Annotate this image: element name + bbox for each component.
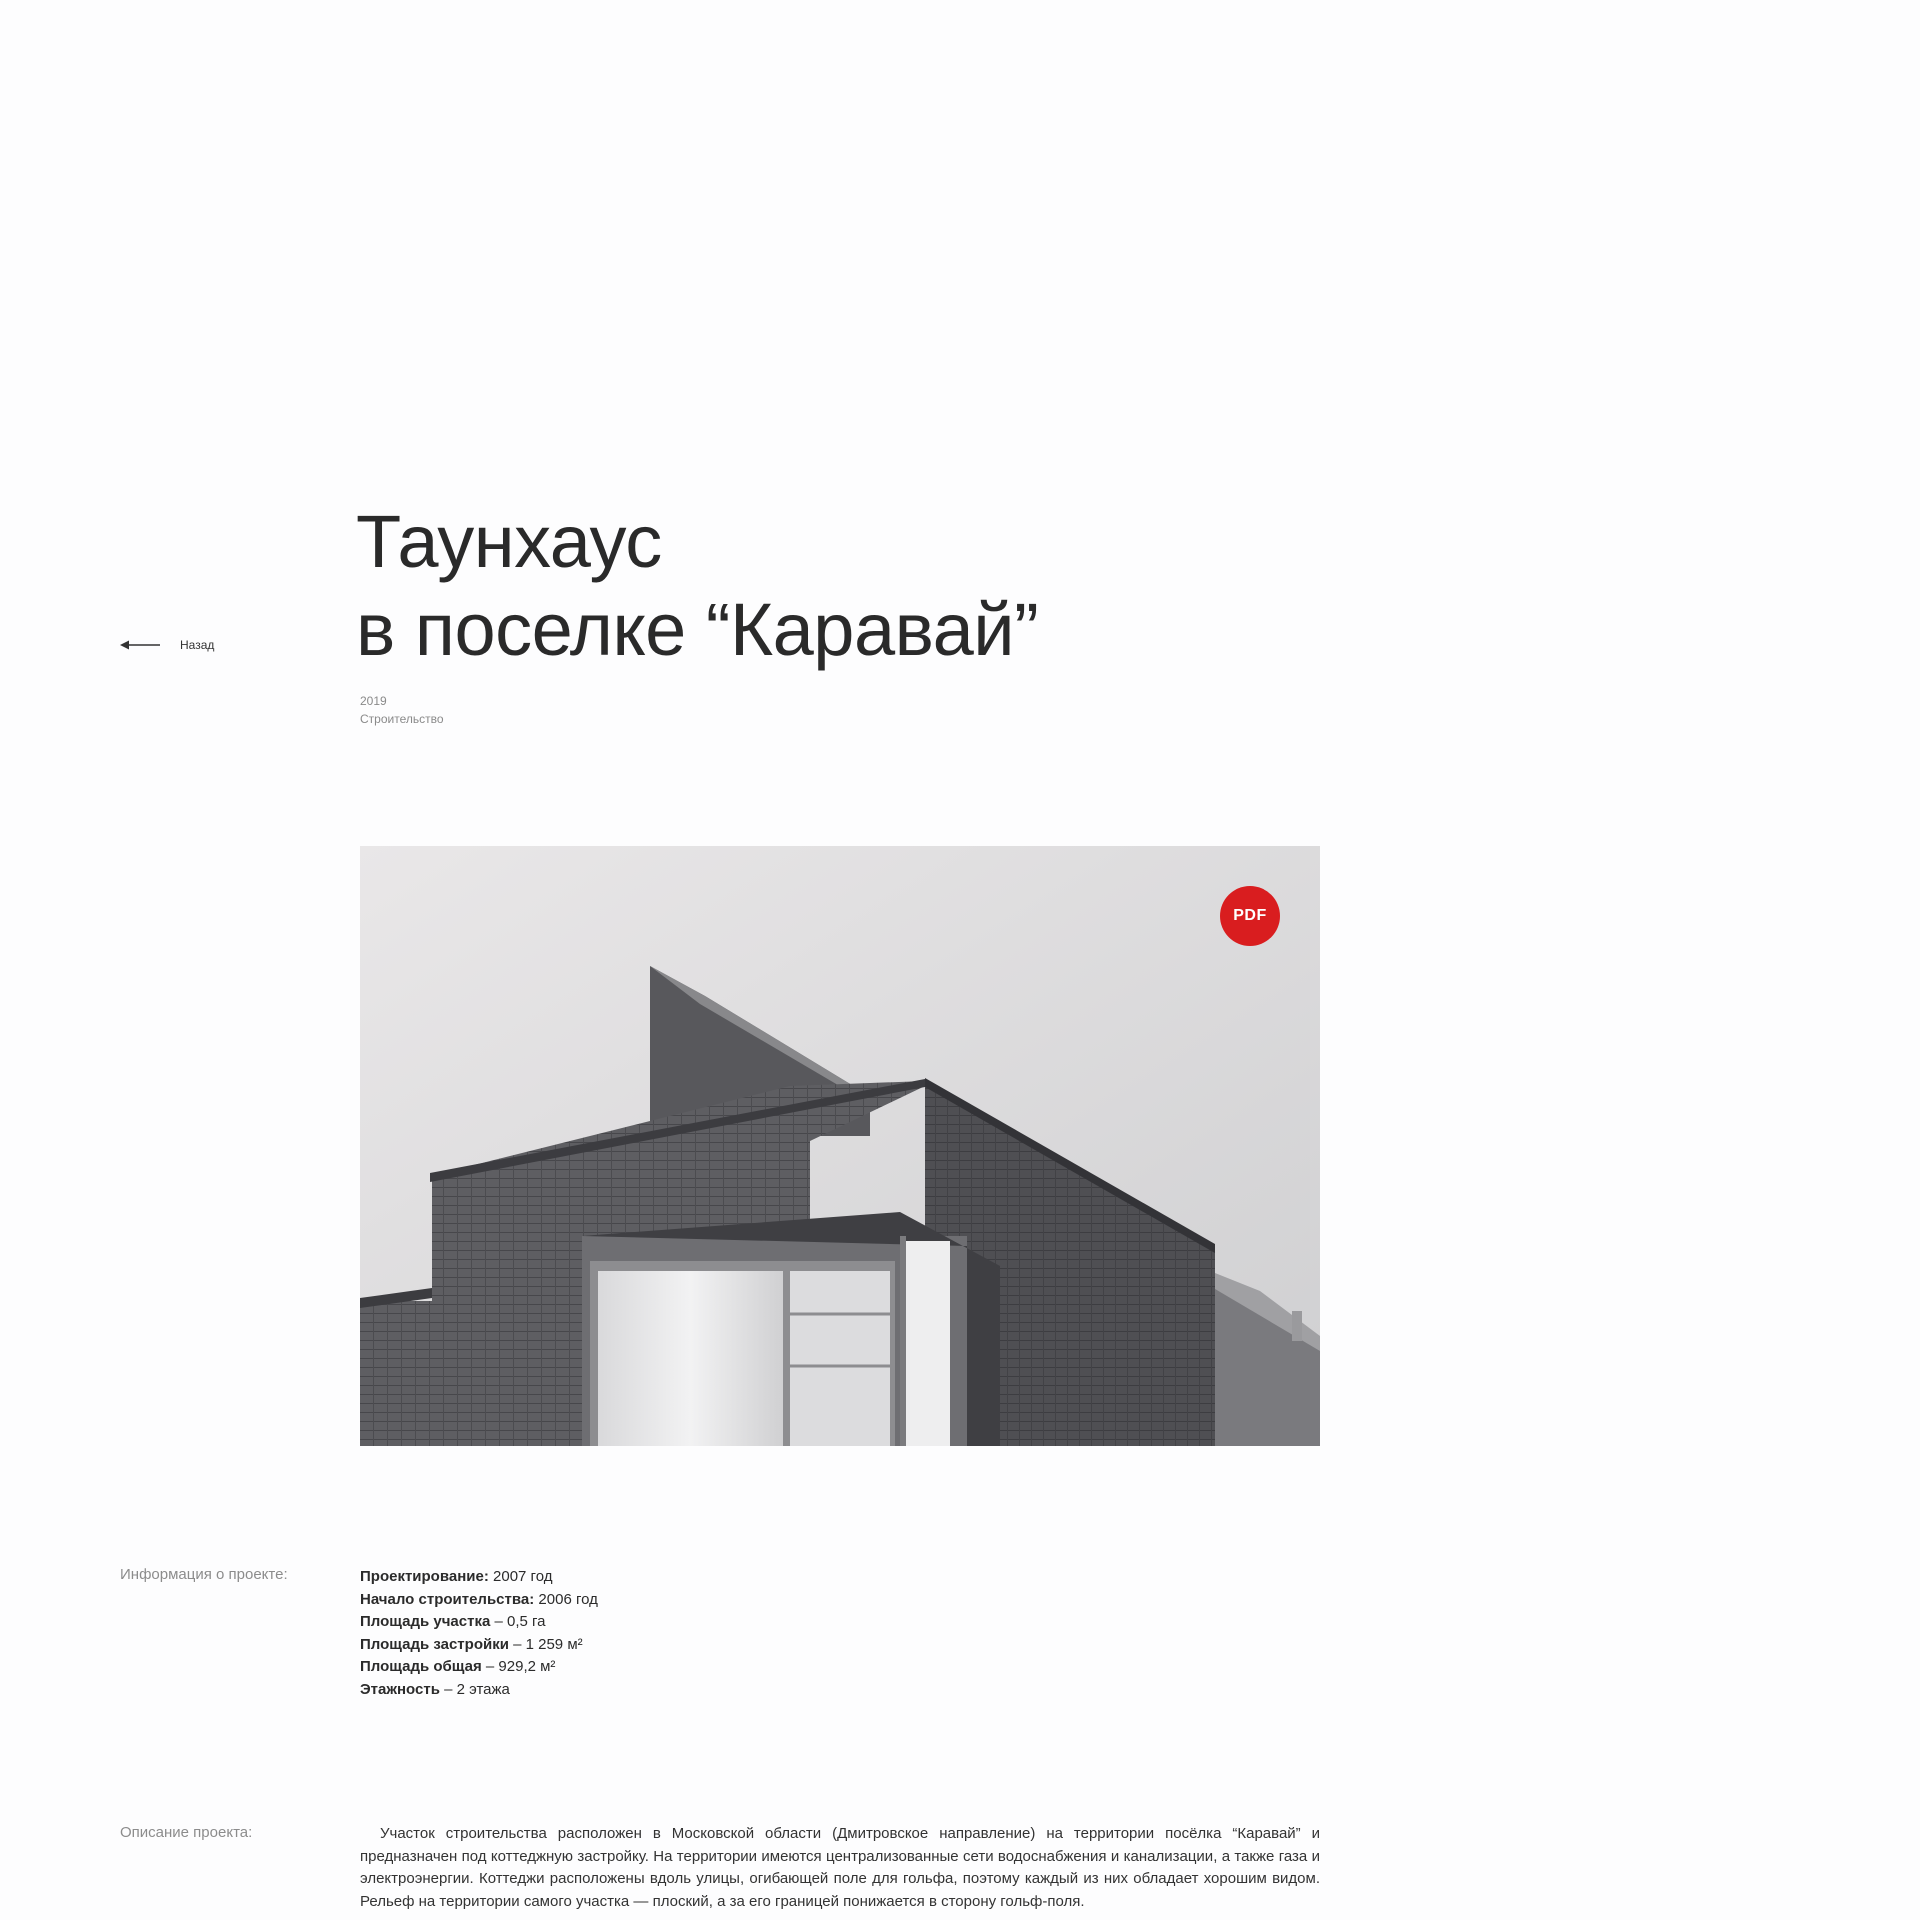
arrow-left-icon bbox=[120, 640, 160, 650]
info-item-design: Проектирование: 2007 год bbox=[360, 1566, 598, 1589]
project-category: Строительство bbox=[360, 712, 444, 726]
info-item-label: Площадь участка bbox=[360, 1613, 491, 1631]
building-photo-image bbox=[360, 846, 1320, 1446]
title-line-1: Таунхаус bbox=[356, 500, 662, 583]
info-item-construction-start: Начало строительства: 2006 год bbox=[360, 1589, 598, 1612]
info-item-building-area: Площадь застройки – 1 259 м² bbox=[360, 1634, 598, 1657]
info-item-value: – 929,2 м² bbox=[481, 1658, 556, 1676]
info-item-value: 2007 год bbox=[488, 1568, 553, 1585]
project-info-list: Проектирование: 2007 год Начало строител… bbox=[360, 1566, 598, 1702]
project-description: Участок строительства расположен в Моско… bbox=[360, 1825, 1320, 1910]
info-item-label: Проектирование: bbox=[360, 1568, 489, 1585]
info-item-value: – 1 259 м² bbox=[508, 1635, 583, 1653]
title-line-2: в поселке “Каравай” bbox=[356, 588, 1039, 671]
info-item-label: Начало строительства: bbox=[360, 1590, 535, 1608]
info-item-value: – 0,5 га bbox=[490, 1613, 546, 1631]
project-year: 2019 bbox=[360, 694, 387, 708]
info-item-value: – 2 этажа bbox=[439, 1680, 510, 1698]
back-label: Назад bbox=[180, 638, 215, 652]
pdf-download-button[interactable]: PDF bbox=[1220, 886, 1280, 946]
project-photo bbox=[360, 846, 1320, 1446]
back-link[interactable]: Назад bbox=[120, 638, 214, 652]
description-section-label: Описание проекта: bbox=[120, 1824, 253, 1841]
info-item-label: Этажность bbox=[360, 1680, 440, 1698]
info-item-value: 2006 год bbox=[534, 1590, 598, 1608]
info-item-total-area: Площадь общая – 929,2 м² bbox=[360, 1656, 598, 1679]
info-section-label: Информация о проекте: bbox=[120, 1566, 288, 1583]
info-item-label: Площадь общая bbox=[360, 1658, 482, 1676]
info-item-floors: Этажность – 2 этажа bbox=[360, 1679, 598, 1702]
info-item-plot-area: Площадь участка – 0,5 га bbox=[360, 1611, 598, 1634]
page-title: Таунхаус в поселке “Каравай” bbox=[356, 498, 1039, 674]
info-item-label: Площадь застройки bbox=[360, 1635, 509, 1653]
project-meta: 2019 Строительство bbox=[360, 692, 444, 728]
